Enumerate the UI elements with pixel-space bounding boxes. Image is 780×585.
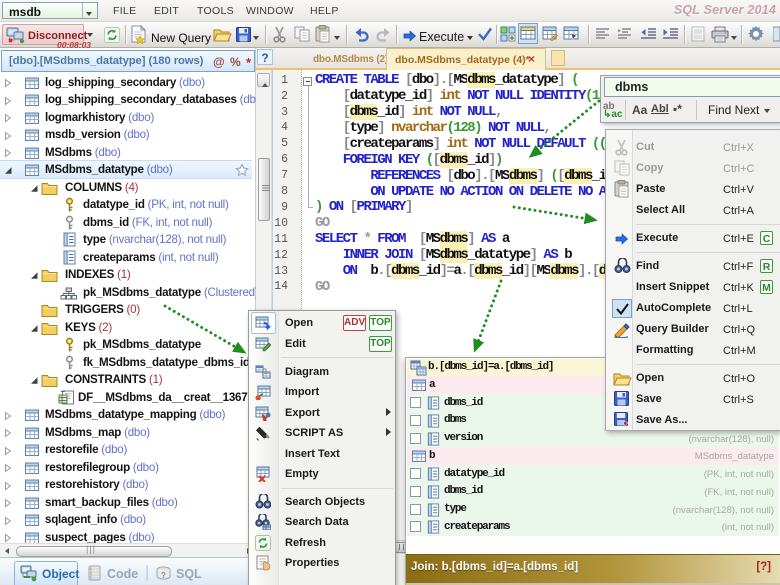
svg-text:?: ? <box>161 571 166 580</box>
